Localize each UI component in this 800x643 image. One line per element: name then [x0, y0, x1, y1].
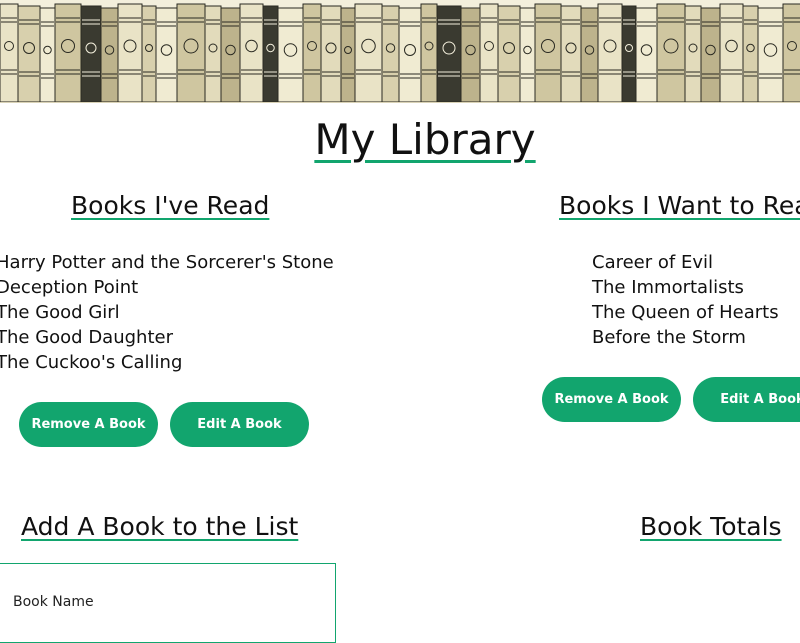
- book-spine: [320, 5, 342, 102]
- books-want-heading: Books I Want to Read: [559, 191, 800, 220]
- book-spine: [757, 7, 784, 102]
- bookshelf-banner: [0, 0, 800, 103]
- list-item: Deception Point: [0, 277, 139, 298]
- book-spine: [17, 5, 41, 102]
- book-spine: [381, 5, 400, 102]
- book-spine: [782, 3, 800, 102]
- list-item: Harry Potter and the Sorcerer's Stone: [0, 252, 334, 273]
- book-spine: [479, 3, 499, 102]
- book-spine: [700, 7, 721, 102]
- book-spine: [560, 5, 582, 102]
- book-spine: [597, 3, 623, 102]
- bookshelf-illustration: [0, 3, 800, 102]
- book-spine: [340, 7, 356, 102]
- list-item: Career of Evil: [592, 252, 713, 273]
- page-title: My Library: [314, 115, 536, 164]
- book-spine: [39, 7, 56, 102]
- book-spine: [519, 7, 536, 102]
- book-spine: [497, 5, 521, 102]
- book-spine: [277, 7, 304, 102]
- list-item: The Immortalists: [592, 277, 744, 298]
- book-spine: [719, 3, 744, 102]
- book-spine: [220, 7, 241, 102]
- list-item: Before the Storm: [592, 327, 746, 348]
- book-spine: [141, 5, 157, 102]
- book-spine: [80, 5, 102, 102]
- list-item: The Cuckoo's Calling: [0, 352, 183, 373]
- book-spine: [0, 3, 19, 102]
- list-item: The Good Girl: [0, 302, 120, 323]
- book-spine: [684, 5, 702, 102]
- book-spine: [621, 5, 637, 102]
- book-totals-heading: Book Totals: [640, 512, 782, 541]
- book-spine: [398, 7, 422, 102]
- book-spine: [420, 3, 438, 102]
- book-spine: [534, 3, 562, 102]
- book-spine: [436, 5, 462, 102]
- list-item: The Good Daughter: [0, 327, 173, 348]
- book-spine: [656, 3, 686, 102]
- book-spine: [635, 7, 658, 102]
- book-spine: [239, 3, 264, 102]
- book-spine: [117, 3, 143, 102]
- book-spine: [742, 5, 759, 102]
- books-read-list: Harry Potter and the Sorcerer's Stone De…: [0, 250, 334, 375]
- book-spine: [54, 3, 82, 102]
- book-spine: [354, 3, 383, 102]
- book-spine: [302, 3, 322, 102]
- edit-book-button[interactable]: Edit A Book: [170, 402, 309, 447]
- books-read-heading: Books I've Read: [71, 191, 270, 220]
- book-spine: [460, 7, 481, 102]
- book-spine: [580, 7, 599, 102]
- book-spine: [204, 5, 222, 102]
- add-book-heading: Add A Book to the List: [21, 512, 299, 541]
- book-spine: [176, 3, 206, 102]
- list-item: The Queen of Hearts: [592, 302, 779, 323]
- books-want-list: Career of Evil The Immortalists The Quee…: [592, 250, 779, 350]
- book-spine: [262, 5, 279, 102]
- book-spine: [100, 7, 119, 102]
- edit-wishlist-book-button[interactable]: Edit A Book: [693, 377, 800, 422]
- remove-wishlist-book-button[interactable]: Remove A Book: [542, 377, 681, 422]
- book-spine: [155, 7, 178, 102]
- add-book-form: Book Name: [0, 563, 336, 643]
- book-name-label: Book Name: [13, 594, 94, 610]
- remove-book-button[interactable]: Remove A Book: [19, 402, 158, 447]
